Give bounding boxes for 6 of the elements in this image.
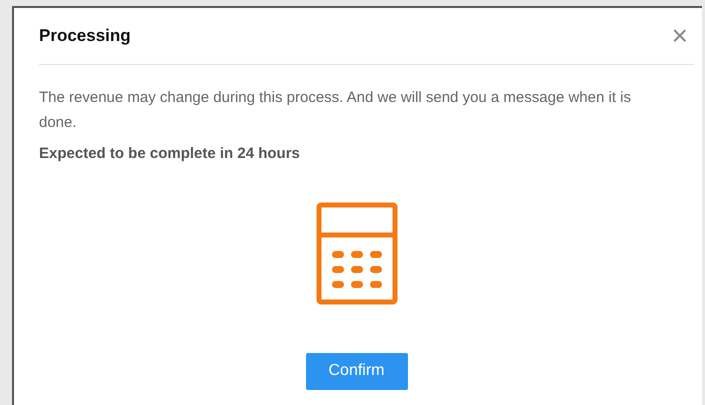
message-text: The revenue may change during this process. And we will send you a message when it is done. bbox=[39, 88, 632, 133]
calculator-icon bbox=[316, 202, 398, 304]
dialog-title: Processing bbox=[39, 25, 131, 48]
completion-note: Expected to be complete in 24 hours bbox=[39, 144, 301, 164]
close-button[interactable]: × bbox=[672, 22, 688, 50]
confirm-button[interactable]: Confirm bbox=[306, 352, 408, 390]
